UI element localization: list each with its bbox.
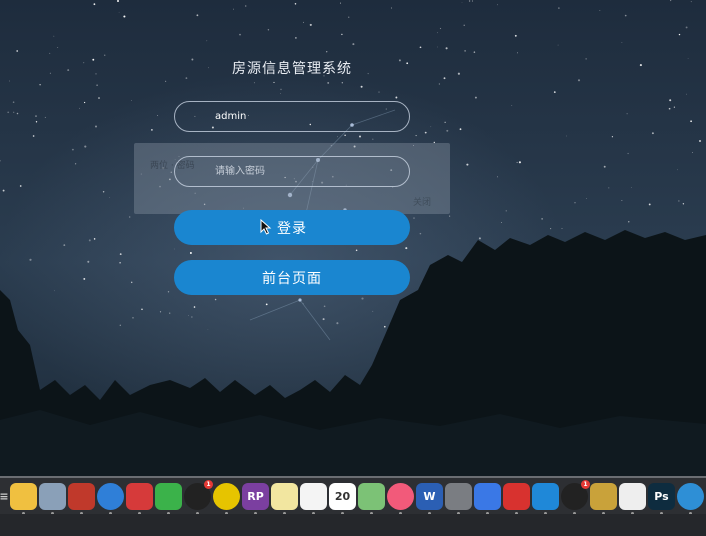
dock-qq2-icon[interactable]: 1	[561, 479, 590, 515]
dock-edge-icon[interactable]	[677, 482, 704, 515]
login-button[interactable]: 登录	[174, 210, 410, 245]
dock-word-icon[interactable]: W	[416, 482, 443, 515]
dock-teamviewer-icon[interactable]	[532, 482, 559, 515]
dock-calendar-icon[interactable]: 20	[329, 482, 356, 515]
dock-label: 20	[334, 489, 351, 503]
dock-bottom-bar	[0, 514, 706, 536]
dock-maps-icon[interactable]	[358, 482, 385, 515]
dock: ≡ 1 RP 20 W 1 Ps	[0, 478, 706, 515]
dock-axure-icon[interactable]: RP	[242, 482, 269, 515]
frontpage-button[interactable]: 前台页面	[174, 260, 410, 295]
password-input[interactable]	[174, 156, 410, 187]
dock-redis-icon[interactable]	[68, 482, 95, 515]
dock-music-icon[interactable]	[213, 482, 240, 515]
dock-notes-icon[interactable]	[271, 482, 298, 515]
dock-prefs-icon[interactable]	[445, 482, 472, 515]
notification-badge: 1	[204, 479, 213, 489]
dock-label: Ps	[654, 489, 669, 503]
dock-menu-icon[interactable]: ≡	[0, 483, 9, 510]
overlay-hint-right: 关闭	[413, 198, 432, 208]
username-input[interactable]	[174, 101, 410, 132]
dock-database-icon[interactable]	[39, 482, 66, 515]
dock-baidu-icon[interactable]	[474, 482, 501, 515]
dock-qq-icon[interactable]: 1	[184, 479, 213, 515]
dock-label: ≡	[0, 489, 9, 503]
dock-label: RP	[247, 489, 264, 503]
dock-itunes-icon[interactable]	[387, 482, 414, 515]
dock-reminders-icon[interactable]	[300, 482, 327, 515]
dock-textedit-icon[interactable]	[619, 482, 646, 515]
dock-parallels-icon[interactable]	[503, 482, 530, 515]
dock-archive-icon[interactable]	[590, 482, 617, 515]
notification-badge: 1	[581, 479, 590, 489]
dock-wechat-icon[interactable]	[155, 482, 182, 515]
dock-screen-icon[interactable]	[126, 482, 153, 515]
mouse-cursor-icon	[260, 218, 272, 239]
dock-label: W	[423, 489, 436, 503]
dock-sequel-icon[interactable]	[10, 482, 37, 515]
dock-safari-icon[interactable]	[97, 482, 124, 515]
system-title: 房源信息管理系统	[232, 61, 352, 77]
dock-photoshop-icon[interactable]: Ps	[648, 482, 675, 515]
